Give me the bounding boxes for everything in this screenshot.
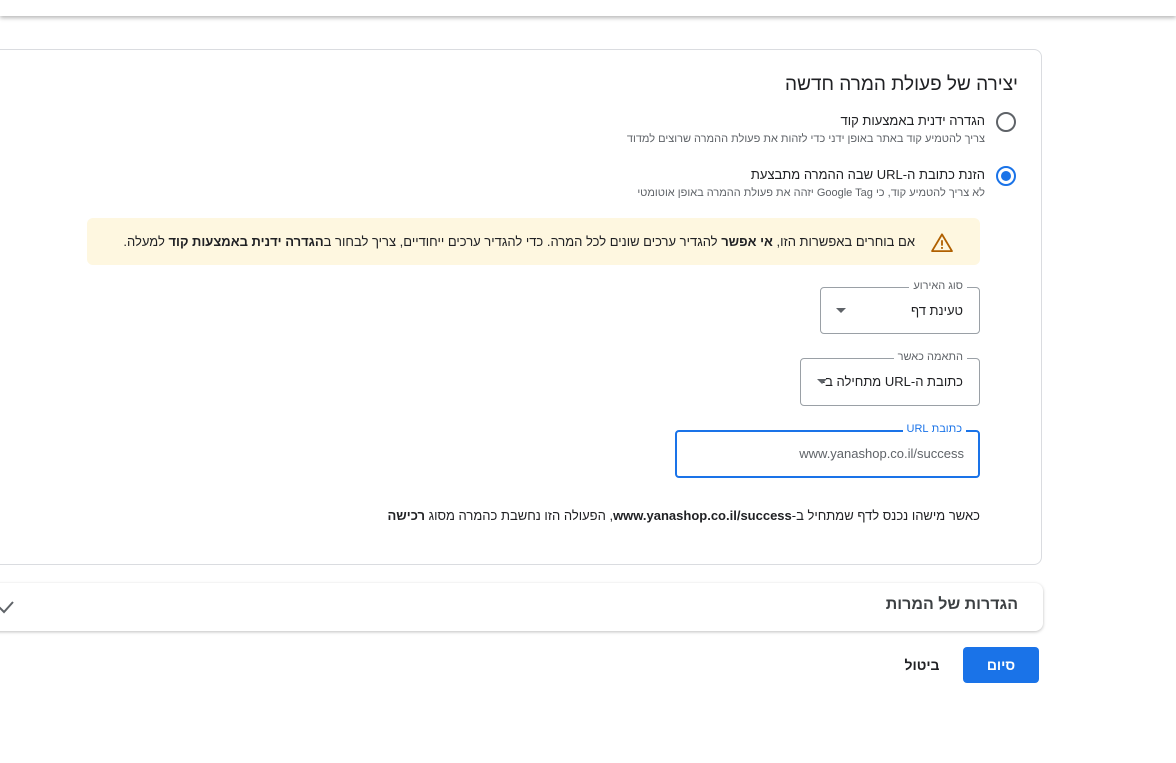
conversion-settings-title: הגדרות של המרות <box>885 596 1018 613</box>
conversion-summary-text: כאשר מישהו נכנס לדף שמתחיל ב-www.yanasho… <box>387 508 980 523</box>
warning-text: אם בוחרים באפשרות הזו, אי אפשר להגדיר ער… <box>123 234 915 249</box>
event-type-select[interactable]: סוג האירוע טעינת דף <box>820 280 980 334</box>
url-input[interactable] <box>704 446 964 461</box>
radio-manual-code[interactable] <box>996 112 1016 132</box>
option-manual-code-description: צריך להטמיע קוד באתר באופן ידני כדי לזהו… <box>626 133 985 145</box>
event-type-value: טעינת דף <box>911 303 963 318</box>
chevron-down-icon <box>836 308 846 313</box>
chevron-down-icon <box>817 379 827 384</box>
option-url-description: לא צריך להטמיע קוד, כי Google Tag יזהה א… <box>637 187 985 199</box>
page-title: יצירה של פעולת המרה חדשה <box>785 74 1018 95</box>
url-field[interactable]: כתובת URL <box>675 423 980 478</box>
option-manual-code-label[interactable]: הגדרה ידנית באמצעות קוד <box>841 113 985 128</box>
warning-icon <box>931 233 953 252</box>
match-type-select[interactable]: התאמה כאשר כתובת ה-URL מתחילה ב- <box>800 351 980 406</box>
warning-banner: אם בוחרים באפשרות הזו, אי אפשר להגדיר ער… <box>87 218 980 265</box>
conversion-settings-section[interactable]: הגדרות של המרות <box>0 583 1043 631</box>
check-icon <box>0 601 14 614</box>
match-type-label: התאמה כאשר <box>893 351 967 363</box>
top-app-bar <box>0 0 1176 16</box>
cancel-button[interactable]: ביטול <box>893 647 951 683</box>
option-url-label[interactable]: הזנת כתובת ה-URL שבה ההמרה מתבצעת <box>751 167 985 182</box>
url-field-label: כתובת URL <box>902 423 966 435</box>
done-button[interactable]: סיום <box>963 647 1039 683</box>
radio-url[interactable] <box>996 166 1016 186</box>
match-type-value: כתובת ה-URL מתחילה ב- <box>820 374 963 389</box>
event-type-label: סוג האירוע <box>909 280 967 292</box>
